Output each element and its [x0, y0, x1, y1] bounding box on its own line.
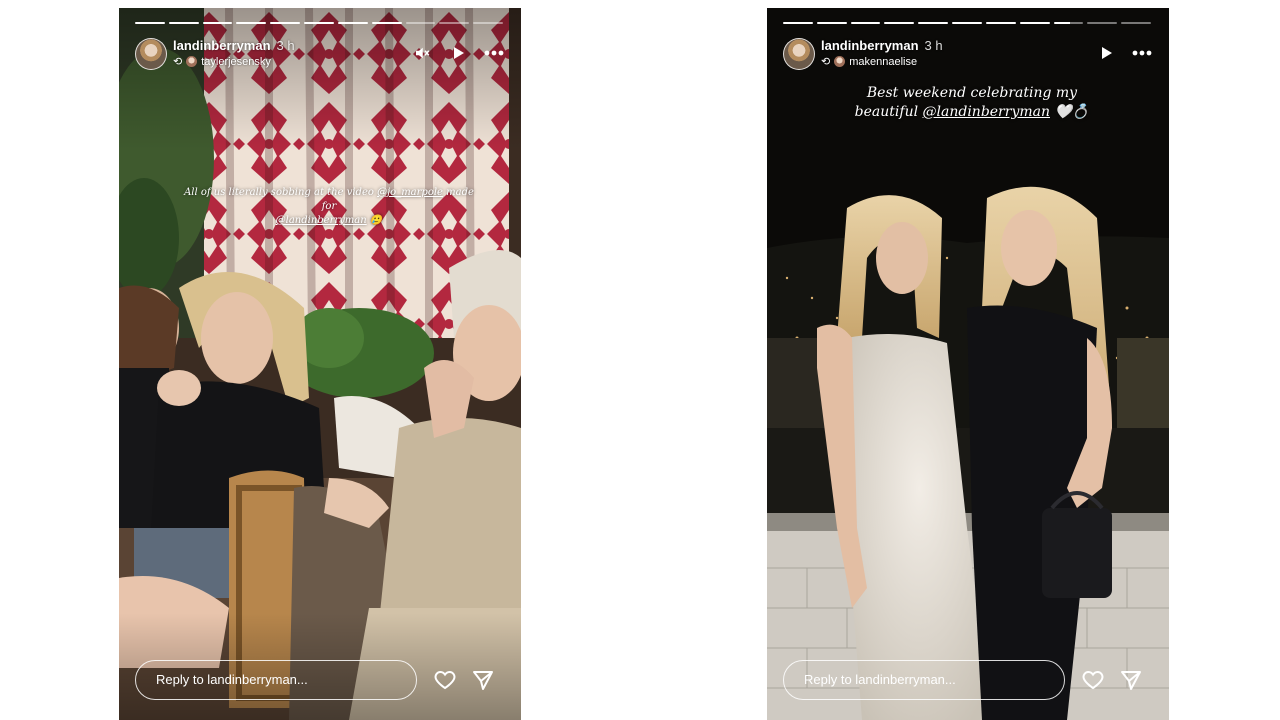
- repost-username[interactable]: taylerjesensky: [201, 56, 271, 68]
- progress-segment: [884, 22, 915, 24]
- progress-segment: [168, 22, 199, 24]
- heart-icon[interactable]: [433, 668, 457, 692]
- reply-input[interactable]: Reply to landinberryman...: [135, 660, 417, 700]
- reply-input[interactable]: Reply to landinberryman...: [783, 660, 1065, 700]
- story-caption: Best weekend celebrating my beautiful @l…: [827, 84, 1117, 122]
- repost-username[interactable]: makennaelise: [849, 56, 917, 68]
- progress-segment: [439, 22, 470, 24]
- progress-segment: [1121, 22, 1151, 24]
- progress-segment: [405, 22, 436, 24]
- progress-segment: [918, 22, 949, 24]
- username-link[interactable]: landinberryman 3 h: [821, 38, 943, 53]
- mute-icon[interactable]: [411, 42, 433, 64]
- progress-segment: [783, 22, 813, 24]
- repost-icon: ⟲: [821, 56, 831, 68]
- caption-emoji: 🥲: [369, 215, 383, 226]
- progress-segment: [952, 22, 982, 24]
- progress-segment: [371, 22, 402, 24]
- play-icon[interactable]: [1095, 42, 1117, 64]
- story-header: landinberryman 3 h ⟲ makennaelise: [783, 36, 1153, 70]
- progress-segment: [337, 22, 368, 24]
- more-icon[interactable]: [1131, 42, 1153, 64]
- send-icon[interactable]: [471, 668, 495, 692]
- story-controls: [1095, 42, 1153, 64]
- story-1-photo: [119, 8, 521, 720]
- caption-line-1: Best weekend celebrating my: [866, 85, 1078, 101]
- repost-info[interactable]: ⟲ makennaelise: [821, 55, 917, 69]
- story-viewer-2[interactable]: landinberryman 3 h ⟲ makennaelise Best we…: [767, 8, 1169, 720]
- avatar[interactable]: [135, 38, 167, 70]
- username[interactable]: landinberryman: [821, 38, 919, 53]
- progress-segment: [1053, 22, 1084, 24]
- story-progress-bar: [135, 22, 503, 25]
- story-header: landinberryman 3 h ⟲ taylerjesensky: [135, 36, 505, 70]
- progress-segment: [202, 22, 233, 24]
- story-caption: All of us literally sobbing at the video…: [179, 186, 479, 228]
- progress-segment: [135, 22, 165, 24]
- progress-segment: [270, 22, 301, 24]
- story-viewer-1[interactable]: landinberryman 3 h ⟲ taylerjesensky All o…: [119, 8, 521, 720]
- repost-icon: ⟲: [173, 56, 183, 68]
- progress-segment: [1019, 22, 1050, 24]
- play-icon[interactable]: [447, 42, 469, 64]
- story-footer: Reply to landinberryman...: [135, 660, 505, 702]
- story-footer: Reply to landinberryman...: [783, 660, 1153, 702]
- story-progress-bar: [783, 22, 1151, 25]
- send-icon[interactable]: [1119, 668, 1143, 692]
- caption-mention[interactable]: @jo_marpole: [377, 187, 443, 198]
- caption-mention-2[interactable]: @landinberryman: [276, 215, 367, 226]
- progress-segment: [816, 22, 847, 24]
- progress-segment: [473, 22, 503, 24]
- caption-emoji: 🤍💍: [1054, 104, 1090, 120]
- repost-info[interactable]: ⟲ taylerjesensky: [173, 55, 271, 69]
- username-link[interactable]: landinberryman 3 h: [173, 38, 295, 53]
- post-time: 3 h: [924, 38, 943, 53]
- heart-icon[interactable]: [1081, 668, 1105, 692]
- caption-text: All of us literally sobbing at the video: [184, 187, 374, 198]
- story-controls: [411, 42, 505, 64]
- post-time: 3 h: [276, 38, 295, 53]
- repost-avatar: [186, 56, 198, 67]
- caption-mention[interactable]: @landinberryman: [923, 104, 1050, 120]
- progress-segment: [850, 22, 881, 24]
- repost-avatar: [834, 56, 846, 67]
- username[interactable]: landinberryman: [173, 38, 271, 53]
- more-icon[interactable]: [483, 42, 505, 64]
- avatar[interactable]: [783, 38, 815, 70]
- progress-segment: [985, 22, 1016, 24]
- progress-segment: [304, 22, 334, 24]
- progress-segment: [1087, 22, 1118, 24]
- caption-line-2: beautiful: [854, 104, 919, 120]
- progress-segment: [236, 22, 267, 24]
